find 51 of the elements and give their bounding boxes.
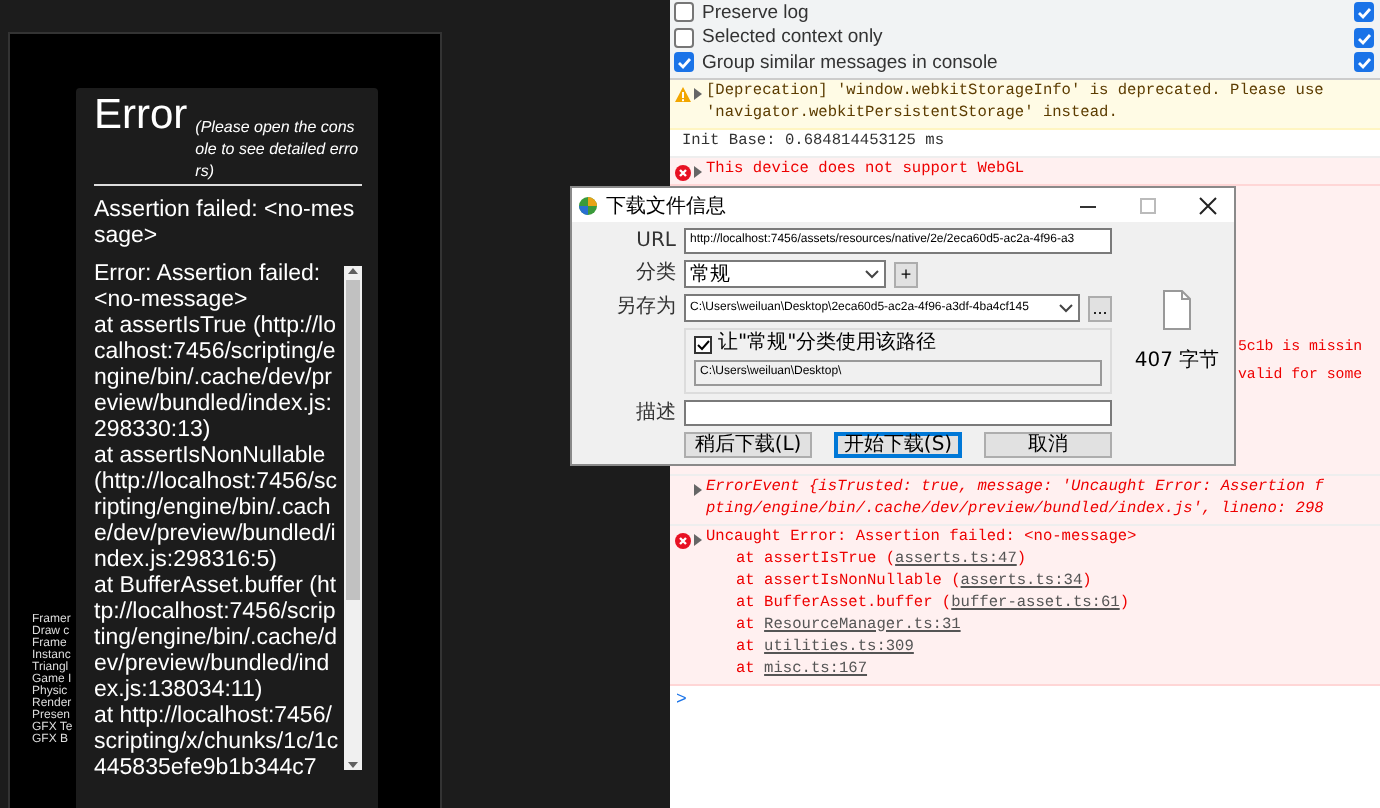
file-size: 407 字节 bbox=[1134, 347, 1220, 373]
field-label: 分类 bbox=[634, 262, 676, 286]
checkbox-label[interactable]: Group similar messages in console bbox=[702, 51, 998, 74]
chevron-down-icon bbox=[1058, 302, 1074, 314]
dialog-button[interactable]: 稍后下载(L) bbox=[684, 432, 812, 458]
stack-line: at assertIsNonNullable (http://localhost:7456/scripting/engine/bin/.cache/dev/preview/bundled/index.js:298316:5) bbox=[94, 444, 339, 574]
expand-arrow-icon[interactable] bbox=[694, 533, 702, 545]
checkbox[interactable] bbox=[1354, 27, 1374, 48]
error-title: Error bbox=[94, 102, 188, 128]
checkbox[interactable] bbox=[674, 52, 694, 73]
chevron-down-icon bbox=[864, 268, 880, 280]
checkbox-label[interactable]: Preserve log bbox=[702, 1, 809, 24]
expand-arrow-icon[interactable] bbox=[694, 165, 702, 177]
stack-line: at assertIsTrue (http://localhost:7456/scripting/engine/bin/.cache/dev/preview/bundled/index.js:298330:13) bbox=[94, 314, 339, 444]
stack-line: at BufferAsset.buffer (http://localhost:7456/scripting/engine/bin/.cache/dev/preview/bundled/index.js:138034:11) bbox=[94, 574, 339, 704]
error-icon bbox=[673, 531, 691, 549]
field-label: 另存为 bbox=[614, 296, 676, 320]
check-icon bbox=[696, 337, 710, 351]
checkbox[interactable] bbox=[674, 2, 694, 23]
error-message: Assertion failed: <no-message> bbox=[94, 198, 357, 250]
checkbox[interactable] bbox=[674, 27, 694, 48]
check-icon bbox=[676, 54, 692, 71]
expand-arrow-icon[interactable] bbox=[694, 87, 702, 99]
app-icon bbox=[578, 195, 598, 215]
checkbox-label[interactable]: Selected context only bbox=[702, 26, 883, 49]
scroll-up-icon[interactable] bbox=[346, 266, 360, 276]
maximize-icon bbox=[1138, 195, 1158, 215]
error-hint: (Please open the console to see detailed errors) bbox=[195, 116, 361, 182]
category-dropdown[interactable]: 常规 bbox=[684, 260, 886, 288]
scroll-down-icon[interactable] bbox=[346, 760, 360, 770]
browse-button[interactable]: ... bbox=[1088, 295, 1112, 321]
console-prompt[interactable]: > bbox=[670, 685, 1380, 713]
field-label: 描述 bbox=[634, 401, 676, 425]
add-button[interactable]: + bbox=[894, 261, 918, 287]
stack-line: at http://localhost:7456/scripting/x/chunks/1c/1c445835efe9b1b344c7 bbox=[94, 704, 340, 782]
close-icon bbox=[1198, 195, 1218, 215]
field-label: URL bbox=[634, 229, 676, 253]
expand-arrow-icon[interactable] bbox=[694, 483, 702, 495]
checkbox[interactable] bbox=[694, 335, 712, 353]
dialog-title: 下载文件信息 bbox=[606, 193, 728, 219]
checkbox[interactable] bbox=[1354, 52, 1374, 73]
warning-icon bbox=[673, 85, 691, 103]
dropdown-value: 常规 bbox=[690, 261, 730, 288]
scrollbar[interactable] bbox=[344, 266, 362, 770]
dialog-button[interactable]: 开始下载(S) bbox=[834, 432, 962, 458]
checkbox-label[interactable]: 让"常规"分类使用该路径 bbox=[718, 332, 937, 356]
checkbox[interactable] bbox=[1354, 2, 1374, 23]
error-icon bbox=[673, 163, 691, 181]
dialog-button[interactable]: 取消 bbox=[984, 432, 1112, 458]
file-icon bbox=[1162, 289, 1192, 329]
description-field[interactable] bbox=[684, 400, 1112, 426]
